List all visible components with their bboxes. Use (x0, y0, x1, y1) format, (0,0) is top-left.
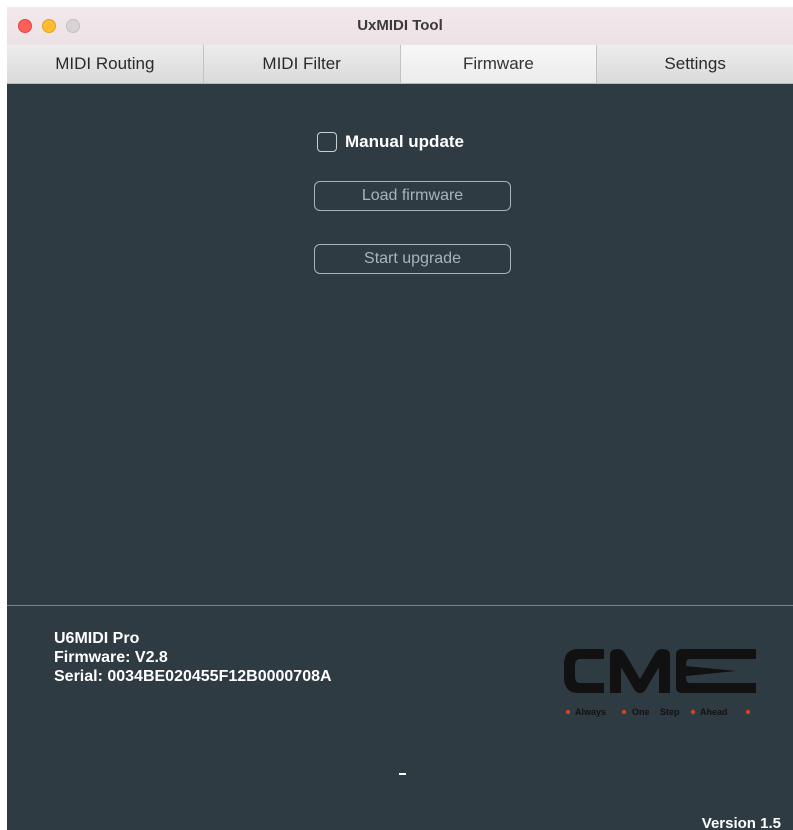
load-firmware-button[interactable]: Load firmware (314, 181, 511, 211)
title-bar: UxMIDI Tool (7, 7, 793, 46)
manual-update-label: Manual update (345, 132, 465, 151)
device-info: U6MIDI Pro Firmware: V2.8 Serial: 0034BE… (54, 629, 332, 686)
device-name: U6MIDI Pro (54, 630, 140, 647)
window-title: UxMIDI Tool (357, 17, 443, 34)
cme-logo: Always One Step Ahead (564, 649, 756, 717)
tab-bar: MIDI Routing MIDI Filter Firmware Settin… (7, 45, 793, 84)
tab-midi-routing[interactable]: MIDI Routing (7, 45, 204, 84)
status-dash (399, 773, 406, 775)
tagline-word: Step (660, 707, 680, 717)
tab-firmware[interactable]: Firmware (400, 45, 598, 84)
app-version: Version 1.5 (701, 815, 781, 830)
firmware-version: Firmware: V2.8 (54, 649, 168, 666)
manual-update-option[interactable]: Manual update (317, 132, 464, 152)
serial-number: Serial: 0034BE020455F12B0000708A (54, 668, 332, 685)
app-window: UxMIDI Tool MIDI Routing MIDI Filter Fir… (7, 7, 793, 830)
divider (7, 605, 793, 606)
start-upgrade-button[interactable]: Start upgrade (314, 244, 511, 274)
tagline-word: One (632, 707, 650, 717)
tab-settings[interactable]: Settings (597, 45, 793, 84)
tagline-word: Always (575, 707, 606, 717)
tagline-word: Ahead (700, 707, 728, 717)
manual-update-checkbox[interactable] (317, 132, 337, 152)
tab-midi-filter[interactable]: MIDI Filter (203, 45, 401, 84)
